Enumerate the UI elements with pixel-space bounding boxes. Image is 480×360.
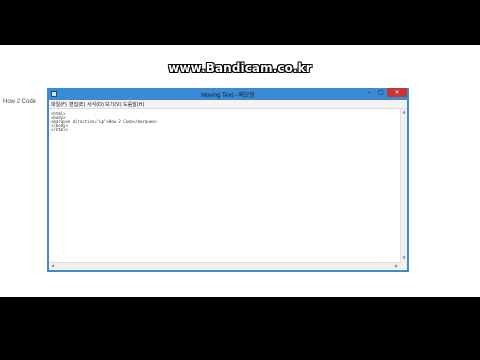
- window-title: Moving Text - 메모장: [201, 93, 255, 99]
- menu-help[interactable]: 도움말(H): [123, 101, 144, 108]
- menu-edit[interactable]: 편집(E): [69, 101, 85, 108]
- close-button[interactable]: ✕: [387, 88, 407, 97]
- scroll-right-icon[interactable]: ▶: [393, 263, 400, 269]
- maximize-button[interactable]: □: [375, 88, 387, 97]
- text-editor[interactable]: <html> <body> <marquee direction="up">Ho…: [49, 109, 400, 262]
- minimize-button[interactable]: –: [363, 88, 375, 97]
- menu-view[interactable]: 보기(V): [105, 101, 122, 108]
- scroll-down-icon[interactable]: ▼: [401, 255, 407, 261]
- bandicam-watermark: www.Bandicam.co.kr: [168, 61, 312, 75]
- resize-grip[interactable]: [400, 262, 407, 269]
- window-client: 파일(F) 편집(E) 서식(O) 보기(V) 도움말(H) <html> <b…: [49, 100, 407, 270]
- notepad-window: Moving Text - 메모장 – □ ✕ 파일(F) 편집(E) 서식(O…: [47, 88, 409, 272]
- menu-bar: 파일(F) 편집(E) 서식(O) 보기(V) 도움말(H): [49, 100, 407, 109]
- scroll-up-icon[interactable]: ▲: [401, 109, 407, 115]
- horizontal-scrollbar[interactable]: ◀ ▶: [49, 262, 400, 269]
- scroll-left-icon[interactable]: ◀: [49, 263, 56, 269]
- menu-file[interactable]: 파일(F): [51, 101, 67, 108]
- vertical-scrollbar[interactable]: ▲ ▼: [400, 109, 407, 262]
- title-bar[interactable]: Moving Text - 메모장 – □ ✕: [47, 88, 409, 100]
- side-label: How 2 Code: [3, 99, 37, 105]
- menu-format[interactable]: 서식(O): [87, 101, 104, 108]
- code-line: </html>: [51, 127, 68, 132]
